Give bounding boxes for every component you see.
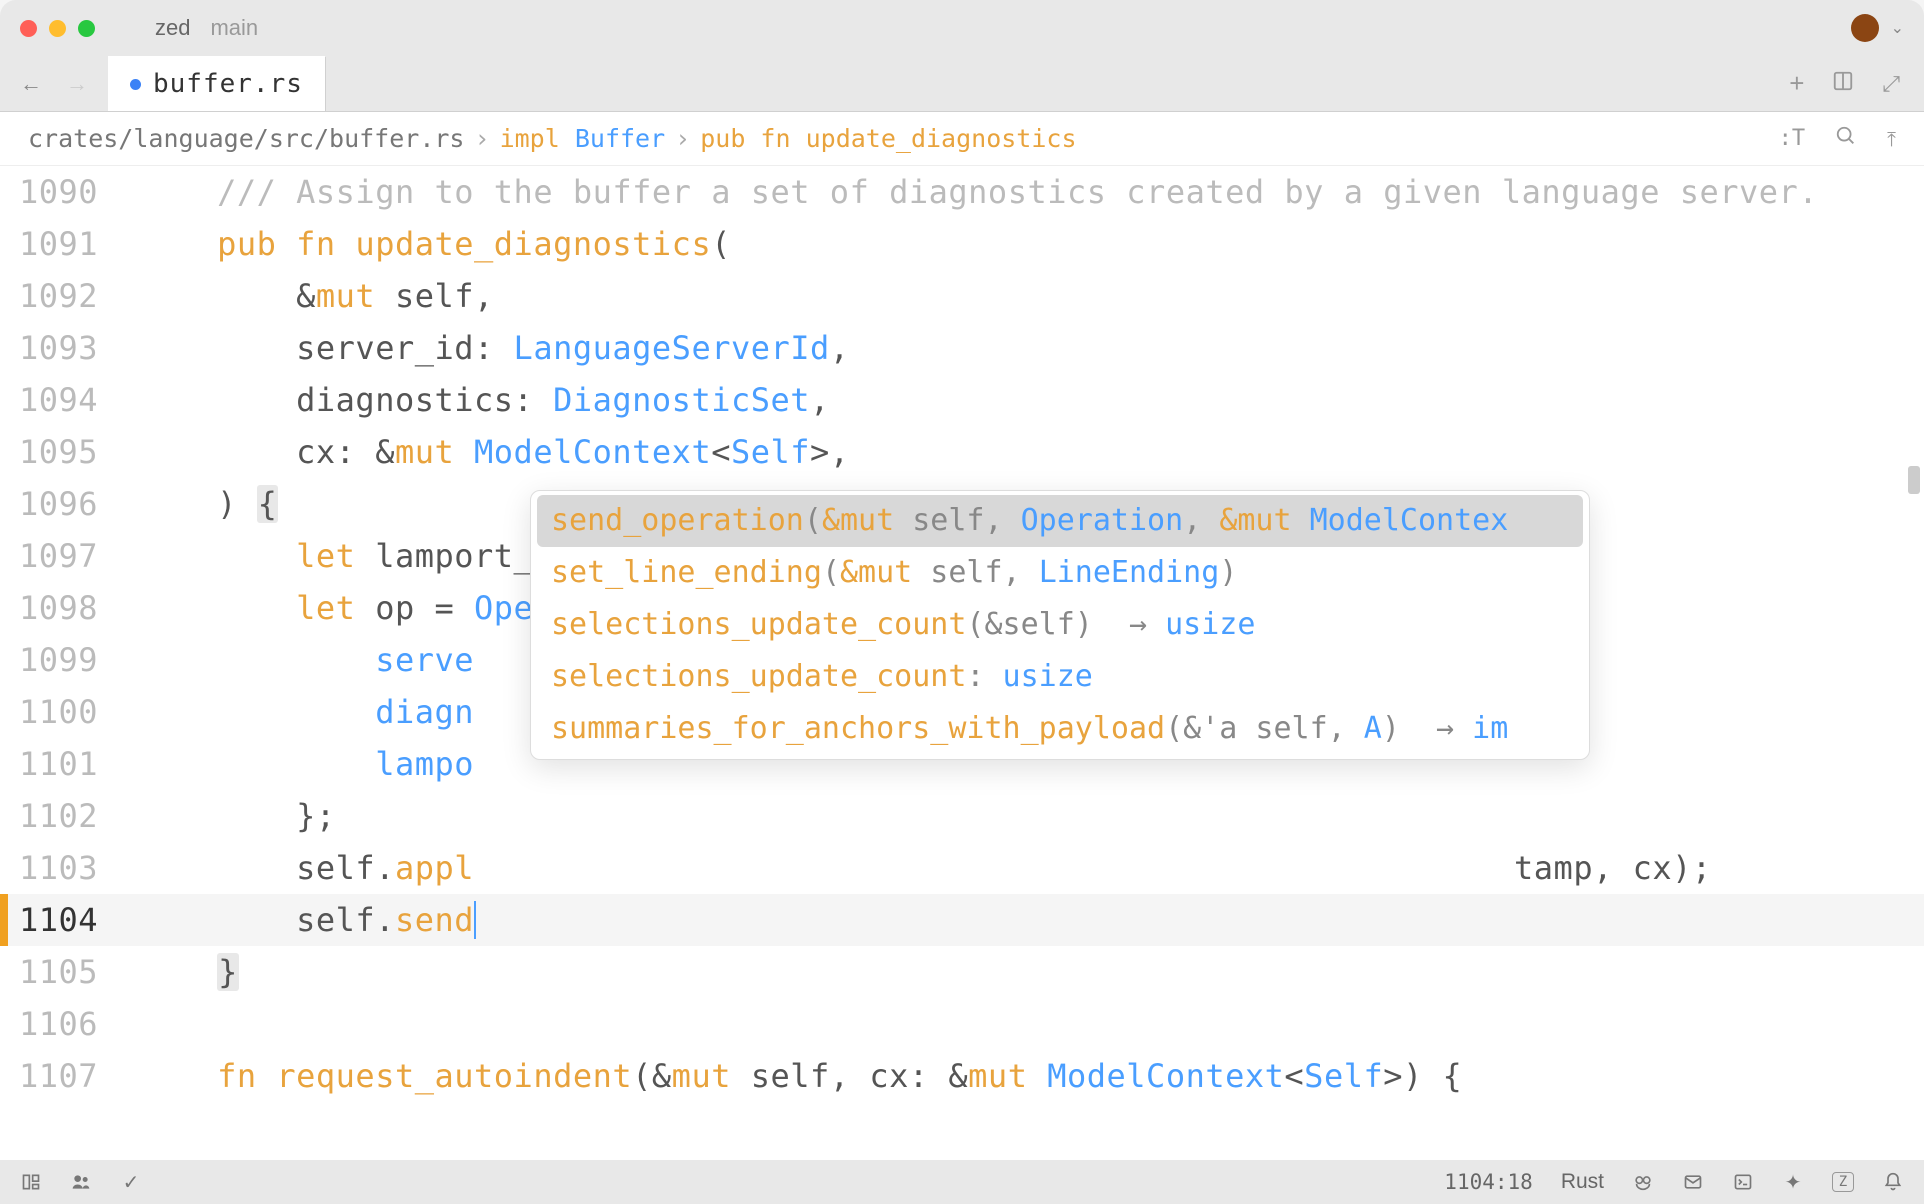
new-tab-button[interactable]: +: [1789, 68, 1804, 99]
code-line[interactable]: 1095 cx: &mut ModelContext<Self>,: [0, 426, 1924, 478]
code-line[interactable]: 1091 pub fn update_diagnostics(: [0, 218, 1924, 270]
editor[interactable]: 1090 /// Assign to the buffer a set of d…: [0, 166, 1924, 1160]
line-number: 1098: [8, 582, 138, 634]
terminal-icon[interactable]: [1732, 1171, 1754, 1193]
breadcrumb-separator: ›: [475, 124, 490, 153]
autocomplete-item[interactable]: send_operation(&mut self, Operation, &mu…: [537, 495, 1583, 547]
autocomplete-item[interactable]: summaries_for_anchors_with_payload(&'a s…: [531, 703, 1589, 755]
line-number: 1104: [8, 894, 138, 946]
statusbar: ✓ 1104:18 Rust ✦ Z: [0, 1160, 1924, 1204]
code-line[interactable]: 1093 server_id: LanguageServerId,: [0, 322, 1924, 374]
line-number: 1094: [8, 374, 138, 426]
expand-button[interactable]: ⤢: [1882, 71, 1900, 97]
gutter-change-indicator: [0, 374, 8, 426]
gutter-change-indicator: [0, 1050, 8, 1102]
checkmark-icon[interactable]: ✓: [120, 1171, 142, 1193]
gutter-change-indicator: [0, 530, 8, 582]
tab-buffer-rs[interactable]: buffer.rs: [108, 56, 326, 111]
line-number: 1101: [8, 738, 138, 790]
code-line[interactable]: 1103 self.appltamp, cx);: [0, 842, 1924, 894]
breadcrumb: crates/language/src/buffer.rs › impl Buf…: [0, 112, 1924, 166]
breadcrumb-impl-type[interactable]: Buffer: [575, 124, 665, 153]
gutter-change-indicator: [0, 322, 8, 374]
search-icon[interactable]: [1835, 125, 1857, 153]
notifications-icon[interactable]: [1882, 1171, 1904, 1193]
gutter-change-indicator: [0, 686, 8, 738]
code-line[interactable]: 1090 /// Assign to the buffer a set of d…: [0, 166, 1924, 218]
gutter-change-indicator: [0, 426, 8, 478]
split-pane-button[interactable]: [1832, 70, 1854, 97]
breadcrumb-separator: ›: [675, 124, 690, 153]
code-line[interactable]: 1094 diagnostics: DiagnosticSet,: [0, 374, 1924, 426]
line-number: 1107: [8, 1050, 138, 1102]
gutter-change-indicator: [0, 842, 8, 894]
window-controls: [20, 20, 95, 37]
app-name: zed: [155, 15, 190, 41]
line-number: 1097: [8, 530, 138, 582]
autocomplete-popup[interactable]: send_operation(&mut self, Operation, &mu…: [530, 490, 1590, 760]
copilot-icon[interactable]: [1632, 1171, 1654, 1193]
autocomplete-item[interactable]: selections_update_count(&self) → usize: [531, 599, 1589, 651]
line-number: 1099: [8, 634, 138, 686]
code-line[interactable]: 1104 self.send: [0, 894, 1924, 946]
language-indicator[interactable]: Rust: [1561, 1170, 1604, 1194]
close-window-button[interactable]: [20, 20, 37, 37]
line-number: 1093: [8, 322, 138, 374]
tab-bar: ← → buffer.rs + ⤢: [0, 56, 1924, 112]
modified-indicator-icon: [130, 79, 141, 90]
line-number: 1105: [8, 946, 138, 998]
line-number: 1096: [8, 478, 138, 530]
code-line[interactable]: 1092 &mut self,: [0, 270, 1924, 322]
breadcrumb-fn-vis[interactable]: pub fn: [700, 124, 790, 153]
code-line[interactable]: 1105 }: [0, 946, 1924, 998]
scrollbar-thumb[interactable]: [1908, 466, 1920, 494]
code-line[interactable]: 1106: [0, 998, 1924, 1050]
gutter-change-indicator: [0, 478, 8, 530]
avatar[interactable]: [1851, 14, 1879, 42]
breadcrumb-fn-name[interactable]: update_diagnostics: [806, 124, 1077, 153]
code-line[interactable]: 1107 fn request_autoindent(&mut self, cx…: [0, 1050, 1924, 1102]
line-number: 1103: [8, 842, 138, 894]
autocomplete-item[interactable]: set_line_ending(&mut self, LineEnding): [531, 547, 1589, 599]
panel-toggle-icon[interactable]: [20, 1171, 42, 1193]
feedback-icon[interactable]: [1682, 1171, 1704, 1193]
zed-icon[interactable]: Z: [1832, 1172, 1854, 1192]
gutter-change-indicator: [0, 738, 8, 790]
gutter-change-indicator: [0, 894, 8, 946]
gutter-change-indicator: [0, 270, 8, 322]
gutter-change-indicator: [0, 166, 8, 218]
gutter-change-indicator: [0, 946, 8, 998]
line-number: 1102: [8, 790, 138, 842]
nav-forward-button[interactable]: →: [66, 71, 88, 97]
breadcrumb-impl-kw[interactable]: impl: [500, 124, 560, 153]
line-number: 1095: [8, 426, 138, 478]
gutter-change-indicator: [0, 998, 8, 1050]
autocomplete-item[interactable]: selections_update_count: usize: [531, 651, 1589, 703]
tab-label: buffer.rs: [153, 69, 303, 99]
collab-icon[interactable]: [70, 1171, 92, 1193]
cursor-top-icon[interactable]: ⤒: [1887, 127, 1896, 151]
line-number: 1090: [8, 166, 138, 218]
line-number: 1092: [8, 270, 138, 322]
breadcrumb-path[interactable]: crates/language/src/buffer.rs: [28, 124, 465, 153]
gutter-change-indicator: [0, 790, 8, 842]
sparkle-icon[interactable]: ✦: [1782, 1171, 1804, 1193]
line-number: 1091: [8, 218, 138, 270]
line-number: 1100: [8, 686, 138, 738]
cursor-position[interactable]: 1104:18: [1444, 1170, 1533, 1194]
minimize-window-button[interactable]: [49, 20, 66, 37]
maximize-window-button[interactable]: [78, 20, 95, 37]
inlay-hints-button[interactable]: :T: [1779, 126, 1806, 151]
gutter-change-indicator: [0, 634, 8, 686]
nav-back-button[interactable]: ←: [20, 71, 42, 97]
chevron-down-icon[interactable]: ⌄: [1891, 18, 1904, 38]
gutter-change-indicator: [0, 582, 8, 634]
gutter-change-indicator: [0, 218, 8, 270]
titlebar: zed main ⌄: [0, 0, 1924, 56]
code-line[interactable]: 1102 };: [0, 790, 1924, 842]
line-number: 1106: [8, 998, 138, 1050]
git-branch[interactable]: main: [210, 15, 258, 41]
